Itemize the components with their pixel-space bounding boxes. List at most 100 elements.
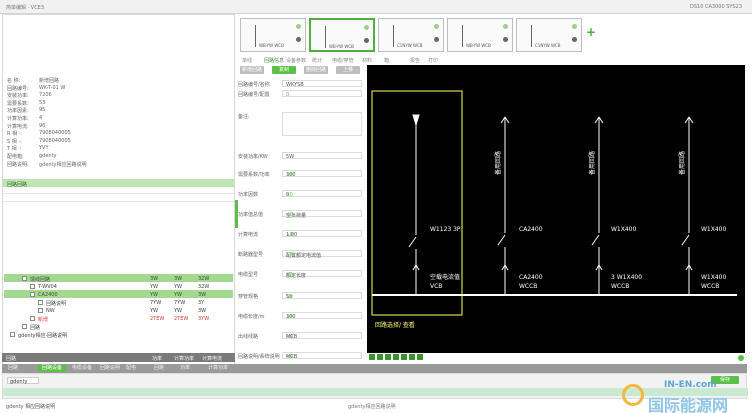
form-label: 备注: xyxy=(238,114,250,120)
new-circuit-button[interactable]: 新增回路 xyxy=(240,66,264,74)
tree-row[interactable]: 回路说明 7YW 7YW 3Y xyxy=(4,298,233,307)
tree-row-label: NW xyxy=(46,307,55,314)
stepper-icon[interactable]: ∧0 xyxy=(286,314,359,320)
checkbox[interactable] xyxy=(38,299,43,305)
canvas-tool-icon[interactable] xyxy=(385,354,391,360)
canvas-tool-icon[interactable] xyxy=(393,354,399,360)
form-field[interactable]: WKYSB xyxy=(282,80,362,88)
stepper-icon[interactable]: ∧0 xyxy=(286,232,359,238)
tab-3[interactable]: 统计 xyxy=(312,57,322,64)
stepper-icon[interactable]: ∧0 xyxy=(286,334,359,340)
diagram-thumbnail[interactable]: WB-YW WCB xyxy=(447,18,513,52)
checkbox[interactable] xyxy=(22,323,27,329)
tab-bar: 单线 回路信息 设备参数 统计 电缆/穿管 材料 箱 报告 打印 xyxy=(236,56,752,64)
tab-0[interactable]: 单线 xyxy=(242,57,252,64)
status-tab-6[interactable]: 功率 xyxy=(176,365,194,372)
selection-box xyxy=(371,90,463,316)
diagram-thumbnail[interactable]: WB-YW WCB xyxy=(309,18,375,52)
status-tab-1[interactable]: 回路设备 xyxy=(38,365,67,372)
tree-row[interactable]: 馈线回路 3W 3W 32W xyxy=(4,274,233,283)
status-tab-5[interactable]: 回路 xyxy=(150,365,168,372)
single-line-diagram[interactable]: W1123 3P CA2400 W1X400 W1X400 空载电流值 VCB … xyxy=(367,65,745,353)
property-row: 回路说明: gdenty相应回路说明 xyxy=(7,161,127,169)
tree-row-value: 7YW xyxy=(150,299,162,306)
tab-2[interactable]: 设备参数 xyxy=(286,57,306,64)
tree-row[interactable]: 新增 2TEW 2TEW 3YW xyxy=(4,314,233,323)
form-field[interactable]: 1.00 ∧0 xyxy=(282,230,362,238)
checkbox[interactable] xyxy=(30,283,35,289)
tree-row[interactable]: T-WV04 YW YW 32W xyxy=(4,282,233,290)
canvas-tool-icon[interactable] xyxy=(377,354,383,360)
selected-row[interactable]: 回路回路 xyxy=(3,179,234,188)
stepper-icon[interactable]: 0 xyxy=(286,92,359,98)
form-field[interactable]: 额定长度 ∧0 xyxy=(282,270,362,279)
form-field[interactable]: 5b ∧0 xyxy=(282,292,362,300)
tree-row[interactable]: NW YW YW 3W xyxy=(4,306,233,314)
diagram-thumbnail[interactable]: C1NYW WCB xyxy=(516,18,582,52)
tab-6[interactable]: 箱 xyxy=(384,57,389,64)
form-field[interactable]: 配置额定电流值 ∧0 xyxy=(282,250,362,259)
canvas-tool-icon[interactable] xyxy=(401,354,407,360)
stepper-icon[interactable]: ∧0 xyxy=(286,272,359,278)
move-up-button[interactable]: 上移 xyxy=(336,66,360,74)
splitter-handle[interactable] xyxy=(235,200,238,228)
form-field[interactable]: 5W xyxy=(282,152,362,160)
title-bar: 简单编辑 · VCE3 DS10 CA3000 SYS23 xyxy=(0,0,752,14)
tab-8[interactable]: 打印 xyxy=(428,57,438,64)
canvas-tool-icon[interactable] xyxy=(409,354,415,360)
stepper-icon[interactable]: ∧0 xyxy=(286,172,359,178)
checkbox[interactable] xyxy=(22,275,27,281)
form-label: 计算电流 xyxy=(238,232,259,238)
checkbox[interactable] xyxy=(30,291,35,297)
delete-button[interactable]: 删除回路 xyxy=(304,66,328,74)
status-tab-3[interactable]: 回路说明 xyxy=(96,365,124,372)
stepper-icon[interactable]: ∧0 xyxy=(286,192,359,198)
diagram-thumbnail[interactable]: WB-YW WCB xyxy=(240,18,306,52)
selected-row-label: 回路回路 xyxy=(7,181,28,188)
checkbox[interactable] xyxy=(30,315,35,321)
status-tab-4[interactable]: 配电 xyxy=(122,365,140,372)
stepper-icon[interactable]: ∧0 xyxy=(286,294,359,300)
form-field[interactable] xyxy=(282,112,362,136)
form-field[interactable]: 300 ∧0 xyxy=(282,170,362,178)
bottom-input[interactable]: gdenty xyxy=(7,377,39,385)
tree-row[interactable]: gdenty相应·回路说明 xyxy=(4,330,233,339)
canvas-tool-icon[interactable] xyxy=(417,354,423,360)
tab-7[interactable]: 报告 xyxy=(410,57,420,64)
status-tab-0[interactable]: 回路 xyxy=(4,365,22,372)
form-field[interactable]: MCB ∧0 xyxy=(282,332,362,340)
stepper-icon[interactable]: ∧0 xyxy=(286,212,359,218)
form-label: 功率因数 xyxy=(238,192,259,198)
status-tab-2[interactable]: 电缆设备 xyxy=(68,365,96,372)
tree-row[interactable]: 回路 xyxy=(4,322,233,331)
tree-row[interactable]: CA2400 YW YW 3W xyxy=(4,290,233,298)
window-right-text: DS10 CA3000 SYS23 xyxy=(690,4,742,10)
status-dot-icon xyxy=(364,38,369,43)
canvas-tool-icon[interactable] xyxy=(369,354,375,360)
property-row: 计算电流: 96 xyxy=(7,123,127,131)
stepper-icon[interactable]: ∧0 xyxy=(286,252,359,258)
add-icon[interactable]: + xyxy=(586,26,596,38)
form-field[interactable]: 300 ∧0 xyxy=(282,312,362,320)
status-dot-icon xyxy=(572,24,577,29)
window-title: 简单编辑 · VCE3 xyxy=(6,5,45,11)
form-field[interactable]: 0 ∧0 xyxy=(282,190,362,198)
status-tab-7[interactable]: 计算功率 xyxy=(204,365,232,372)
properties-list: 名 称: 新增回路 回路编号: WK-T-01 W 安装功率: 7206 需要系数: 53 功率… xyxy=(7,77,127,168)
status-dot-icon xyxy=(503,37,508,42)
form-label: 回路编号/名称 xyxy=(238,82,270,88)
tab-5[interactable]: 材料 xyxy=(362,57,372,64)
form-field[interactable]: MCB ∧0 xyxy=(282,352,362,360)
tab-1[interactable]: 回路信息 xyxy=(264,57,284,64)
copy-button[interactable]: 复制 xyxy=(272,66,296,74)
form-field[interactable]: 0 xyxy=(282,90,362,98)
property-value: 新增回路 xyxy=(39,78,60,84)
stepper-icon[interactable]: ∧0 xyxy=(286,354,359,360)
checkbox[interactable] xyxy=(38,307,43,313)
form-field[interactable]: 空负荷量 ∧0 xyxy=(282,210,362,219)
tab-4[interactable]: 电缆/穿管 xyxy=(332,57,354,64)
checkbox[interactable] xyxy=(10,331,15,337)
diagram-thumbnail[interactable]: C1NYW WCB xyxy=(378,18,444,52)
diagram-svg: W1123 3P CA2400 W1X400 W1X400 空载电流值 VCB … xyxy=(371,90,737,329)
status-dot-icon xyxy=(296,24,301,29)
